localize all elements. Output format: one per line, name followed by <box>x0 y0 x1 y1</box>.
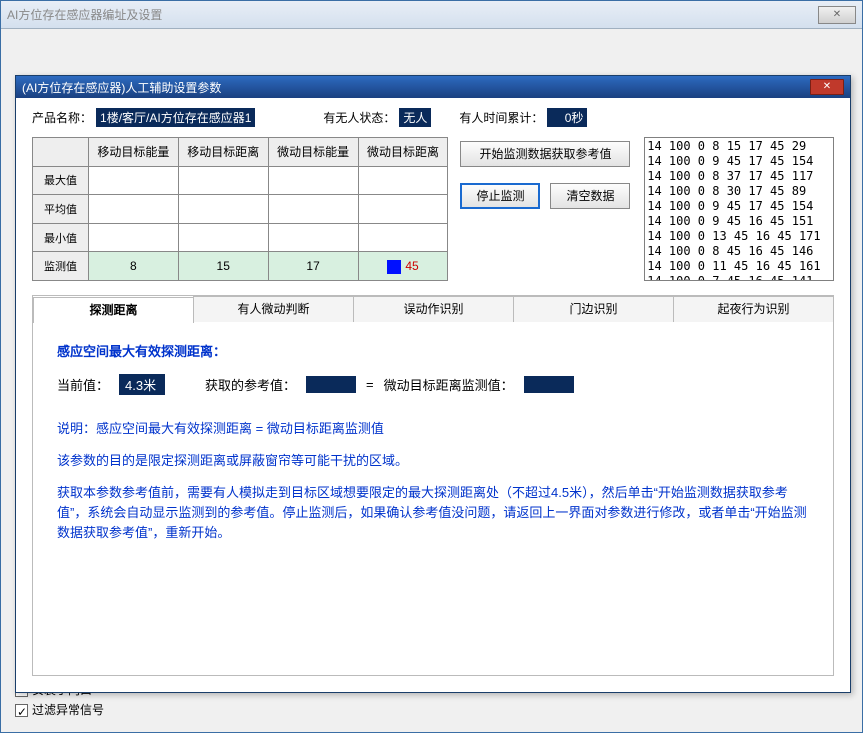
current-label: 当前值： <box>57 375 109 394</box>
outer-title: AI方位存在感应器编址及设置 <box>7 6 162 23</box>
tab-door-side[interactable]: 门边识别 <box>513 296 674 322</box>
inner-close-button[interactable]: ✕ <box>810 79 844 95</box>
col-move-dist: 移动目标距离 <box>178 138 268 167</box>
mon-c3: 17 <box>268 252 358 281</box>
outer-close-button[interactable]: ✕ <box>818 6 856 24</box>
mon-value <box>524 376 574 393</box>
duration-label: 有人时间累计： <box>459 109 543 126</box>
start-monitor-button[interactable]: 开始监测数据获取参考值 <box>460 141 630 167</box>
eq-sign: = <box>366 377 374 392</box>
stop-monitor-button[interactable]: 停止监测 <box>460 183 540 209</box>
presence-label: 有无人状态： <box>323 109 395 126</box>
explain-2: 该参数的目的是限定探测距离或屏蔽窗帘等可能干扰的区域。 <box>57 451 809 471</box>
inner-dialog: (AI方位存在感应器)人工辅助设置参数 ✕ 产品名称： 1楼/客厅/AI方位存在… <box>15 75 851 693</box>
duration-value: 0秒 <box>547 108 587 127</box>
tab-micro-movement[interactable]: 有人微动判断 <box>193 296 354 322</box>
col-move-energy: 移动目标能量 <box>88 138 178 167</box>
row-avg: 平均值 <box>33 195 89 224</box>
mon-c4-value: 45 <box>405 259 418 273</box>
presence-value: 无人 <box>399 108 431 127</box>
ref-value <box>306 376 356 393</box>
mon-c4: 45 <box>358 252 448 281</box>
product-label: 产品名称： <box>32 109 92 126</box>
ref-label: 获取的参考值： <box>205 375 296 394</box>
tab-body: 感应空间最大有效探测距离： 当前值： 4.3米 获取的参考值： = 微动目标距离… <box>33 321 833 675</box>
inner-title: (AI方位存在感应器)人工辅助设置参数 <box>22 79 221 96</box>
measurement-table: 移动目标能量 移动目标距离 微动目标能量 微动目标距离 最大值 平均值 最小值 … <box>32 137 448 281</box>
explain-1: 说明：感应空间最大有效探测距离 = 微动目标距离监测值 <box>57 419 809 439</box>
cb-filter-label: 过滤异常信号 <box>32 703 104 717</box>
panel-heading: 感应空间最大有效探测距离： <box>57 342 809 362</box>
mon-c2: 15 <box>178 252 268 281</box>
tab-detection-distance[interactable]: 探测距离 <box>33 297 194 323</box>
current-value: 4.3米 <box>119 374 165 395</box>
product-value: 1楼/客厅/AI方位存在感应器1 <box>96 108 255 127</box>
indicator-icon <box>387 260 401 274</box>
data-log[interactable]: 14 100 0 8 15 17 45 29 14 100 0 9 45 17 … <box>644 137 834 281</box>
outer-window: AI方位存在感应器编址及设置 ✕ 感应器工作模式： 常规存在模式 方向识别模式 … <box>0 0 863 733</box>
row-max: 最大值 <box>33 166 89 195</box>
row-min: 最小值 <box>33 223 89 252</box>
mon-label: 微动目标距离监测值： <box>384 375 514 394</box>
col-micro-energy: 微动目标能量 <box>268 138 358 167</box>
clear-data-button[interactable]: 清空数据 <box>550 183 630 209</box>
tab-false-action[interactable]: 误动作识别 <box>353 296 514 322</box>
tab-nightrise[interactable]: 起夜行为识别 <box>673 296 834 322</box>
tab-container: 探测距离 有人微动判断 误动作识别 门边识别 起夜行为识别 感应空间最大有效探测… <box>32 295 834 676</box>
outer-body: 感应器工作模式： 常规存在模式 方向识别模式 允许本感应器的光照度信息往总线发送… <box>1 29 862 732</box>
col-micro-dist: 微动目标距离 <box>358 138 448 167</box>
corner-cell <box>33 138 89 167</box>
mon-c1: 8 <box>88 252 178 281</box>
row-mon: 监测值 <box>33 252 89 281</box>
cb-filter[interactable] <box>15 704 28 717</box>
inner-title-bar: (AI方位存在感应器)人工辅助设置参数 ✕ <box>16 76 850 98</box>
explain-3: 获取本参数参考值前，需要有人模拟走到目标区域想要限定的最大探测距离处（不超过4.… <box>57 483 809 543</box>
outer-title-bar: AI方位存在感应器编址及设置 ✕ <box>1 1 862 29</box>
